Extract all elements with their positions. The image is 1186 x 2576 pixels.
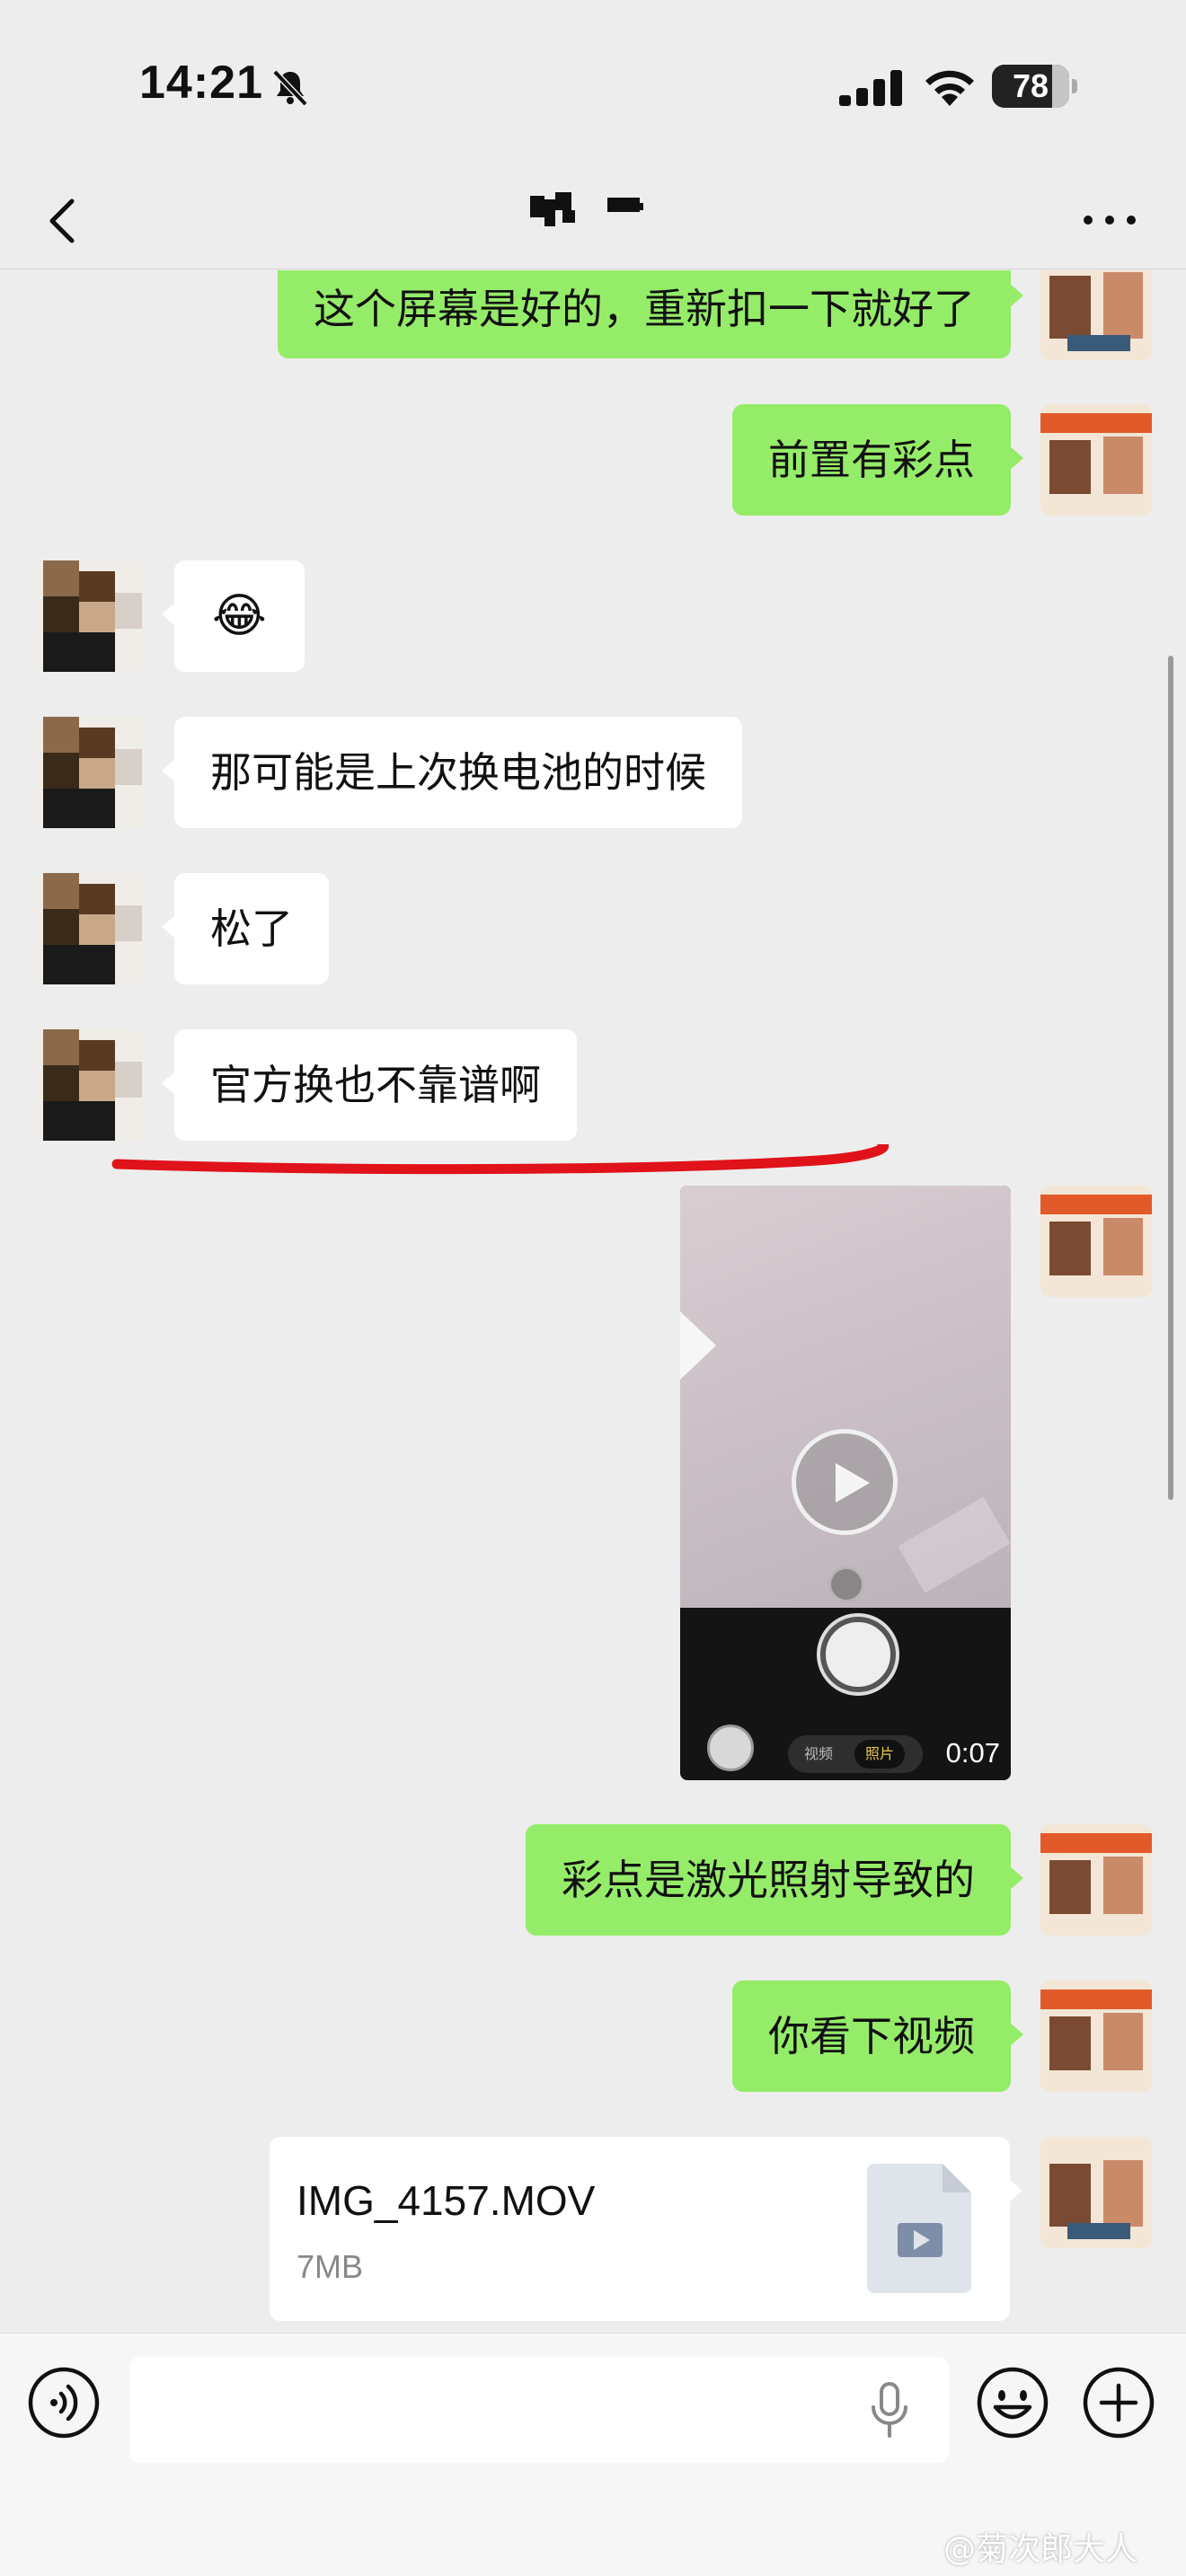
message-bubble-outgoing[interactable]: 彩点是激光照射导致的: [526, 1824, 1023, 1936]
video-file-icon: [867, 2164, 971, 2293]
wifi-icon: [925, 70, 974, 106]
status-bar: 14:21 78: [0, 0, 1186, 171]
message-bubble-incoming-emoji[interactable]: 😂: [162, 560, 305, 672]
bell-slash-icon: [272, 69, 308, 107]
watermark: @菊次郎大人: [943, 2531, 1138, 2568]
my-avatar[interactable]: [1040, 1981, 1152, 2092]
contact-avatar[interactable]: [34, 560, 146, 672]
file-message-card[interactable]: IMG_4157.MOV 7MB: [270, 2137, 1022, 2321]
message-bubble-outgoing[interactable]: 前置有彩点: [732, 404, 1023, 516]
video-thumbnail: [680, 1186, 1011, 1608]
my-avatar[interactable]: [1040, 404, 1152, 516]
chat-scrollbar[interactable]: [1168, 656, 1173, 1500]
microphone-icon[interactable]: [863, 2380, 916, 2439]
input-bar: @菊次郎大人: [0, 2333, 1186, 2576]
video-message[interactable]: 视频 照片 0:07: [680, 1186, 1011, 1780]
more-dots-icon[interactable]: [1076, 198, 1143, 243]
contact-avatar[interactable]: [34, 717, 146, 828]
plus-circle-icon[interactable]: [1082, 2366, 1155, 2439]
cellular-signal-icon: [839, 70, 902, 106]
file-name: IMG_4157.MOV: [296, 2177, 596, 2224]
my-avatar[interactable]: [1040, 1186, 1152, 1297]
camera-mode-pill: 视频 照片: [788, 1735, 923, 1773]
smiley-icon[interactable]: [976, 2366, 1049, 2439]
my-avatar[interactable]: [1040, 2137, 1152, 2248]
play-icon[interactable]: [792, 1429, 898, 1535]
contact-name-redacted: [530, 187, 665, 241]
message-bubble-incoming[interactable]: 那可能是上次换电池的时候: [162, 717, 742, 828]
shutter-button-in-video: [820, 1617, 896, 1692]
contact-avatar[interactable]: [34, 1029, 146, 1141]
chat-message-list[interactable]: 这个屏幕是好的，重新扣一下就好了 前置有彩点 😂 那可能是上次换电池的时候 松了…: [0, 270, 1186, 2333]
photo-mode-label: 照片: [854, 1740, 906, 1769]
status-time: 14:21: [139, 57, 263, 109]
chat-header: [0, 171, 1186, 269]
video-mode-label: 视频: [804, 1745, 834, 1762]
gallery-thumb-in-video: [707, 1725, 754, 1771]
message-bubble-outgoing[interactable]: 你看下视频: [732, 1981, 1023, 2092]
voice-icon[interactable]: [27, 2366, 101, 2439]
my-avatar[interactable]: [1040, 1824, 1152, 1936]
message-bubble-incoming[interactable]: 官方换也不靠谱啊: [162, 1029, 577, 1141]
battery-icon: 78: [992, 65, 1078, 108]
battery-level: 78: [1012, 67, 1049, 104]
message-bubble-incoming[interactable]: 松了: [162, 873, 329, 984]
file-size: 7MB: [296, 2248, 364, 2285]
my-avatar[interactable]: [1040, 270, 1152, 360]
chevron-left-icon[interactable]: [36, 185, 99, 257]
video-duration: 0:07: [945, 1737, 1000, 1769]
contact-avatar[interactable]: [34, 873, 146, 984]
message-input[interactable]: [129, 2357, 949, 2463]
message-bubble-outgoing[interactable]: 这个屏幕是好的，重新扣一下就好了: [278, 270, 1023, 358]
